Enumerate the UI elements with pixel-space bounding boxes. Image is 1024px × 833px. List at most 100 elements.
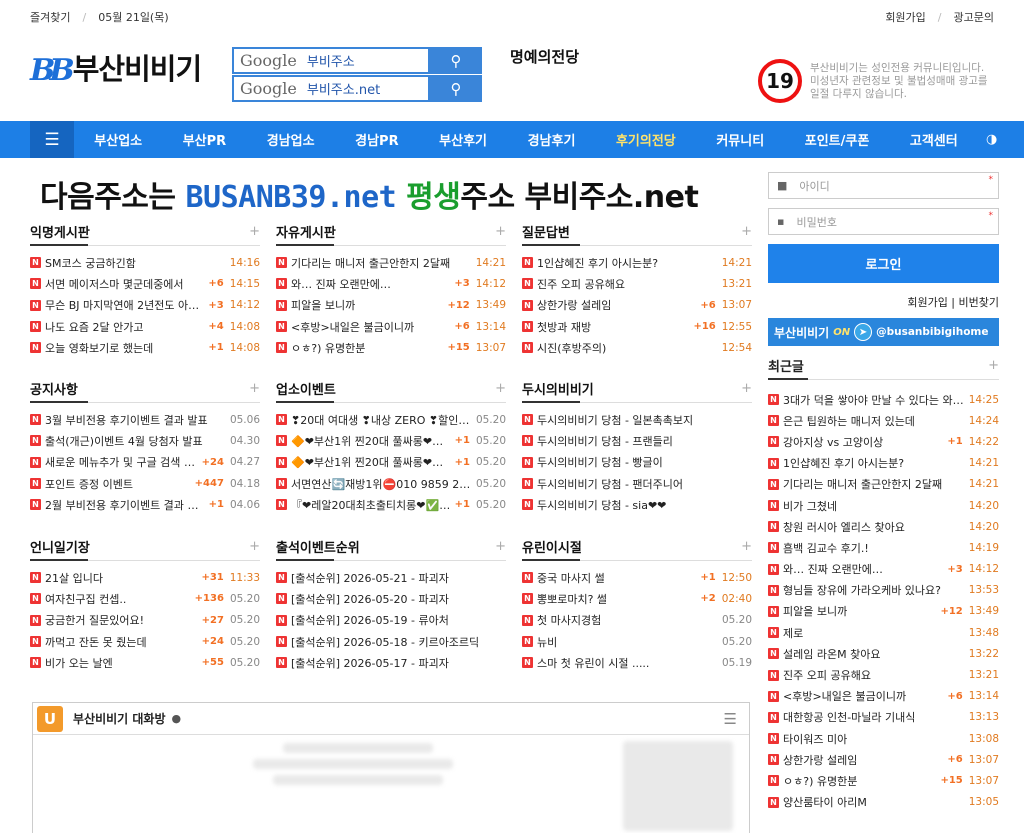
more-icon[interactable]: + xyxy=(741,224,752,239)
list-item[interactable]: N 제로 13:48 xyxy=(768,622,999,643)
nav-item[interactable]: 고객센터 xyxy=(910,130,958,149)
list-item[interactable]: N 뉴비 05.20 xyxy=(522,631,752,652)
list-item[interactable]: N 두시의비비기 당첨 - 일본촉촉보지 xyxy=(522,409,752,430)
list-item[interactable]: N 2월 부비전용 후기이벤트 결과 발표 +1 04.06 xyxy=(30,494,260,515)
search-input-2[interactable]: Google 부비주소.net xyxy=(232,75,430,102)
search-button-2[interactable]: ⚲ xyxy=(430,75,482,102)
more-icon[interactable]: + xyxy=(495,224,506,239)
favorites-link[interactable]: 즐겨찾기 xyxy=(30,11,70,24)
list-item[interactable]: N 3월 부비전용 후기이벤트 결과 발표 05.06 xyxy=(30,409,260,430)
list-item[interactable]: N 까먹고 잔돈 못 줬는데 +24 05.20 xyxy=(30,631,260,652)
list-item[interactable]: N 🔶❤부산1위 찐20대 풀싸롱❤… +1 05.20 xyxy=(276,430,506,451)
list-item[interactable]: N 포인트 증정 이벤트 +447 04.18 xyxy=(30,473,260,494)
list-item[interactable]: N 시진(후방주의) 12:54 xyxy=(522,337,752,358)
more-icon[interactable]: + xyxy=(741,539,752,554)
list-item[interactable]: N 21살 입니다 +31 11:33 xyxy=(30,567,260,588)
telegram-banner[interactable]: 부산비비기 ON ➤ @busanbibigihome xyxy=(768,318,999,346)
list-item[interactable]: N [출석순위] 2026-05-20 - 파괴자 xyxy=(276,588,506,609)
board-title[interactable]: 공지사항 xyxy=(30,379,78,398)
more-icon[interactable]: + xyxy=(249,381,260,396)
hamburger-menu-icon[interactable]: ☰ xyxy=(30,121,74,158)
list-item[interactable]: N 진주 오피 공유해요 13:21 xyxy=(768,664,999,685)
list-item[interactable]: N 상한가랑 설레임 +6 13:07 xyxy=(522,295,752,316)
list-item[interactable]: N 서면연산🔄재방1위⛔010 9859 2462… 05.20 xyxy=(276,473,506,494)
board-title[interactable]: 익명게시판 xyxy=(30,222,90,241)
list-item[interactable]: N 1인샵혜진 후기 아시는분? 14:21 xyxy=(522,252,752,273)
board-title[interactable]: 유린이시절 xyxy=(522,537,582,556)
more-icon[interactable]: + xyxy=(741,381,752,396)
signup-link[interactable]: 회원가입 xyxy=(907,296,947,309)
list-item[interactable]: N 무슨 BJ 마지막연애 2년전도 아… +3 14:12 xyxy=(30,295,260,316)
list-item[interactable]: N 형님들 장유에 가라오케바 있나요? 13:53 xyxy=(768,580,999,601)
ad-link[interactable]: 광고문의 xyxy=(954,11,994,24)
board-title[interactable]: 언니일기장 xyxy=(30,537,90,556)
list-item[interactable]: N 두시의비비기 당첨 - 프랜들리 xyxy=(522,430,752,451)
list-item[interactable]: N 피알을 보니까 +12 13:49 xyxy=(768,601,999,622)
list-item[interactable]: N [출석순위] 2026-05-18 - 키르아조르딕 xyxy=(276,631,506,652)
find-password-link[interactable]: 비번찾기 xyxy=(959,296,999,309)
list-item[interactable]: N 여자친구집 컨셉.. +136 05.20 xyxy=(30,588,260,609)
more-icon[interactable]: + xyxy=(495,381,506,396)
search-input-1[interactable]: Google 부비주소 xyxy=(232,47,430,74)
board-title[interactable]: 출석이벤트순위 xyxy=(276,537,360,556)
nav-item[interactable]: 부산후기 xyxy=(439,130,487,149)
list-item[interactable]: N 비가 그쳤네 14:20 xyxy=(768,495,999,516)
more-icon[interactable]: + xyxy=(249,224,260,239)
list-item[interactable]: N 비가 오는 날엔 +55 05.20 xyxy=(30,652,260,673)
list-item[interactable]: N SM코스 궁금하긴함 14:16 xyxy=(30,252,260,273)
list-item[interactable]: N ❣20대 여대생 ❣내상 ZERO ❣할인… 05.20 xyxy=(276,409,506,430)
list-item[interactable]: N 오늘 영화보기로 했는데 +1 14:08 xyxy=(30,337,260,358)
list-item[interactable]: N 새로운 메뉴추가 및 구글 검색 키… +24 04.27 xyxy=(30,452,260,473)
list-item[interactable]: N 두시의비비기 당첨 - 빵글이 xyxy=(522,452,752,473)
board-title[interactable]: 업소이벤트 xyxy=(276,379,336,398)
list-item[interactable]: N 진주 오피 공유해요 13:21 xyxy=(522,273,752,294)
list-item[interactable]: N 3대가 덕을 쌓아야 만날 수 있다는 와… 14:25 xyxy=(768,389,999,410)
list-item[interactable]: N 뽕뽀로마치? 썰 +2 02:40 xyxy=(522,588,752,609)
toggle-icon[interactable]: ◑ xyxy=(986,132,1024,147)
list-item[interactable]: N 출석(개근)이벤트 4월 당첨자 발표 04.30 xyxy=(30,430,260,451)
list-item[interactable]: N 두시의비비기 당첨 - sia❤❤ xyxy=(522,494,752,515)
nav-item[interactable]: 부산PR xyxy=(183,130,226,149)
list-item[interactable]: N 와… 진짜 오랜만에… +3 14:12 xyxy=(768,559,999,580)
list-item[interactable]: N 두시의비비기 당첨 - 팬더주니어 xyxy=(522,473,752,494)
list-item[interactable]: N 🔶❤부산1위 찐20대 풀싸롱❤… +1 05.20 xyxy=(276,452,506,473)
list-item[interactable]: N ㅇㅎ?) 유명한분 +15 13:07 xyxy=(276,337,506,358)
list-item[interactable]: N 기다리는 매니저 출근안한지 2달째 14:21 xyxy=(768,474,999,495)
list-item[interactable]: N 『❤레알20대최초출티치롱❤✅부… +1 05.20 xyxy=(276,494,506,515)
list-item[interactable]: N 타이워즈 미아 13:08 xyxy=(768,728,999,749)
hall-of-fame-link[interactable]: 명예의전당 xyxy=(510,46,579,67)
site-logo[interactable]: BB 부산비비기 xyxy=(30,46,202,88)
list-item[interactable]: N 서면 메이저스마 몇군데중에서 +6 14:15 xyxy=(30,273,260,294)
nav-item[interactable]: 경남업소 xyxy=(267,130,315,149)
list-item[interactable]: N [출석순위] 2026-05-17 - 파괴자 xyxy=(276,652,506,673)
list-item[interactable]: N 강아지상 vs 고양이상 +1 14:22 xyxy=(768,431,999,452)
list-item[interactable]: N 대한항공 인천-마닐라 기내식 13:13 xyxy=(768,707,999,728)
nav-item[interactable]: 커뮤니티 xyxy=(716,130,764,149)
list-item[interactable]: N [출석순위] 2026-05-19 - 류아처 xyxy=(276,610,506,631)
list-item[interactable]: N 양산룸타이 아리M 13:05 xyxy=(768,792,999,813)
nav-item[interactable]: 부산업소 xyxy=(94,130,142,149)
signup-link[interactable]: 회원가입 xyxy=(885,11,925,24)
list-item[interactable]: N 와… 진짜 오랜만에… +3 14:12 xyxy=(276,273,506,294)
login-button[interactable]: 로그인 xyxy=(768,244,999,283)
nav-item[interactable]: 포인트/쿠폰 xyxy=(805,130,870,149)
list-item[interactable]: N [출석순위] 2026-05-21 - 파괴자 xyxy=(276,567,506,588)
list-item[interactable]: N 중국 마사지 썰 +1 12:50 xyxy=(522,567,752,588)
board-title[interactable]: 두시의비비기 xyxy=(522,379,594,398)
list-item[interactable]: N 첫 마사지경험 05.20 xyxy=(522,610,752,631)
nav-item[interactable]: 경남후기 xyxy=(528,130,576,149)
list-item[interactable]: N 은근 팁원하는 매니저 있는데 14:24 xyxy=(768,410,999,431)
more-icon[interactable]: + xyxy=(988,358,999,373)
list-item[interactable]: N 기다리는 매니저 출근안한지 2달째 14:21 xyxy=(276,252,506,273)
nav-item[interactable]: 후기의전당 xyxy=(616,130,676,149)
more-icon[interactable]: + xyxy=(249,539,260,554)
id-field[interactable]: ■ 아이디 * xyxy=(768,172,999,199)
list-item[interactable]: N 설레임 라온M 찾아요 13:22 xyxy=(768,643,999,664)
list-item[interactable]: N 흠백 김교수 후기.! 14:19 xyxy=(768,537,999,558)
more-icon[interactable]: + xyxy=(495,539,506,554)
list-item[interactable]: N 나도 요즘 2달 안가고 +4 14:08 xyxy=(30,316,260,337)
chat-menu-icon[interactable]: ☰ xyxy=(724,710,737,728)
list-item[interactable]: N 상한가랑 설레임 +6 13:07 xyxy=(768,749,999,770)
board-title[interactable]: 자유게시판 xyxy=(276,222,336,241)
password-field[interactable]: ▪ 비밀번호 * xyxy=(768,208,999,235)
